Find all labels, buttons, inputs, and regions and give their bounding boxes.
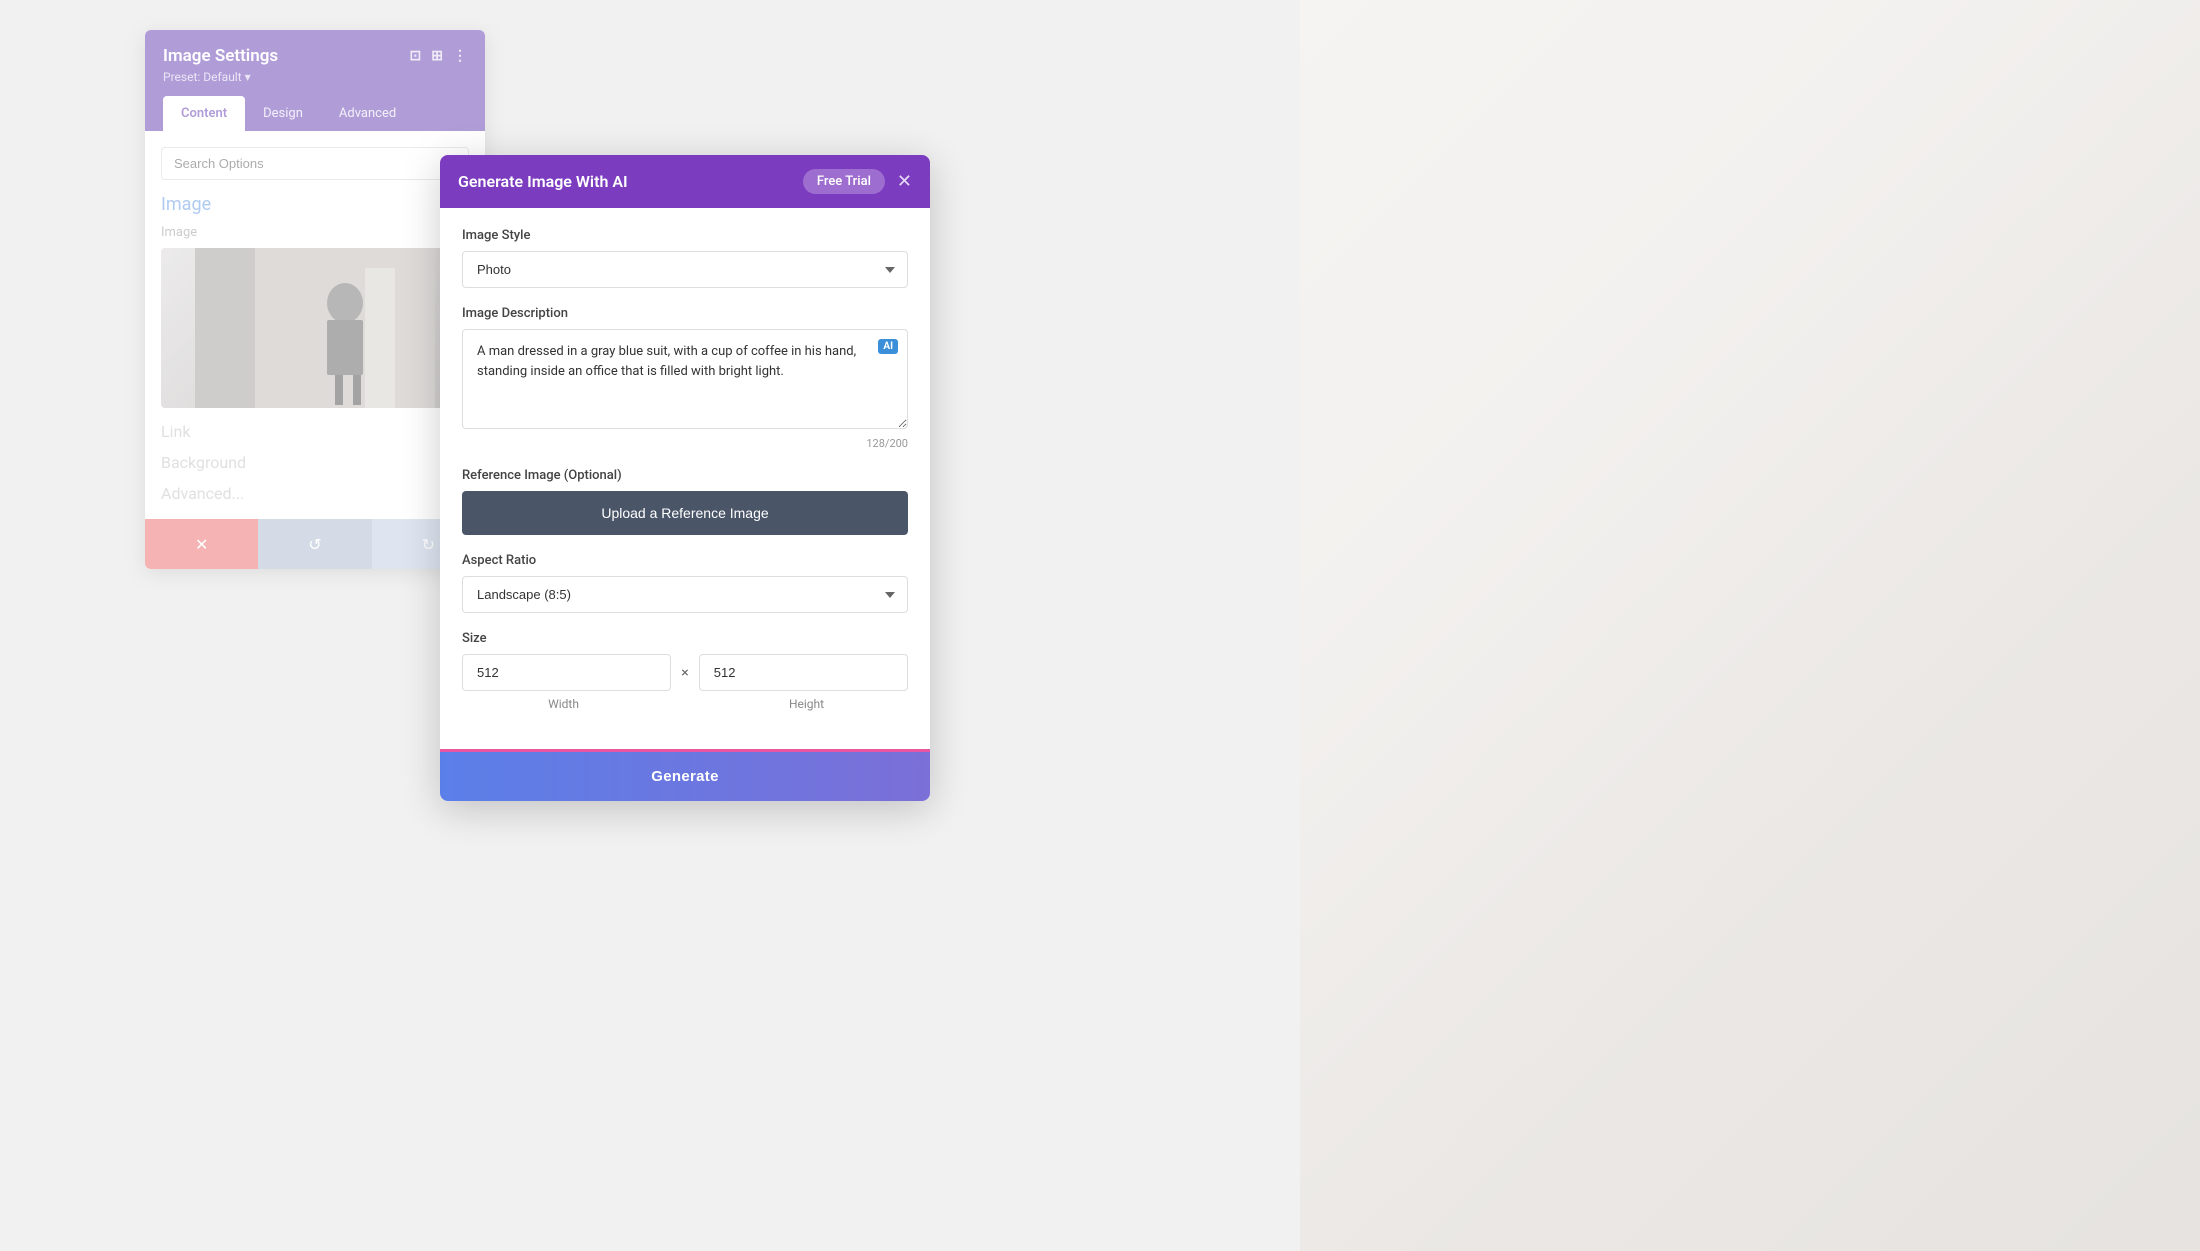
modal-header-right: Free Trial ✕ <box>803 169 912 194</box>
size-label: Size <box>462 631 908 646</box>
ai-badge: AI <box>878 339 898 354</box>
aspect-ratio-select[interactable]: Landscape (8:5) Portrait (5:8) Square (1… <box>462 576 908 613</box>
free-trial-badge[interactable]: Free Trial <box>803 169 885 194</box>
image-description-group: Image Description A man dressed in a gra… <box>462 306 908 450</box>
width-input[interactable] <box>462 654 671 691</box>
modal-header: Generate Image With AI Free Trial ✕ <box>440 155 930 208</box>
upload-reference-image-button[interactable]: Upload a Reference Image <box>462 491 908 535</box>
image-style-group: Image Style Photo Illustration Painting … <box>462 228 908 288</box>
aspect-ratio-label: Aspect Ratio <box>462 553 908 568</box>
height-label: Height <box>705 697 908 711</box>
size-row: × <box>462 654 908 691</box>
aspect-ratio-group: Aspect Ratio Landscape (8:5) Portrait (5… <box>462 553 908 613</box>
reference-image-group: Reference Image (Optional) Upload a Refe… <box>462 468 908 535</box>
size-group: Size × Width Height <box>462 631 908 711</box>
reference-image-label: Reference Image (Optional) <box>462 468 908 483</box>
modal-body: Image Style Photo Illustration Painting … <box>440 208 930 749</box>
image-description-label: Image Description <box>462 306 908 321</box>
modal-close-button[interactable]: ✕ <box>897 173 912 191</box>
image-style-select[interactable]: Photo Illustration Painting 3D Render Sk… <box>462 251 908 288</box>
modal-title: Generate Image With AI <box>458 172 628 191</box>
size-separator: × <box>681 665 688 681</box>
generate-button-wrapper: Generate <box>440 749 930 801</box>
generate-button[interactable]: Generate <box>440 752 930 801</box>
generate-image-modal: Generate Image With AI Free Trial ✕ Imag… <box>440 155 930 801</box>
modal-overlay <box>0 0 2200 1251</box>
height-input[interactable] <box>699 654 908 691</box>
char-count: 128/200 <box>462 437 908 450</box>
textarea-wrapper: A man dressed in a gray blue suit, with … <box>462 329 908 433</box>
image-description-textarea[interactable]: A man dressed in a gray blue suit, with … <box>462 329 908 429</box>
image-style-label: Image Style <box>462 228 908 243</box>
size-labels: Width Height <box>462 697 908 711</box>
width-label: Width <box>462 697 665 711</box>
